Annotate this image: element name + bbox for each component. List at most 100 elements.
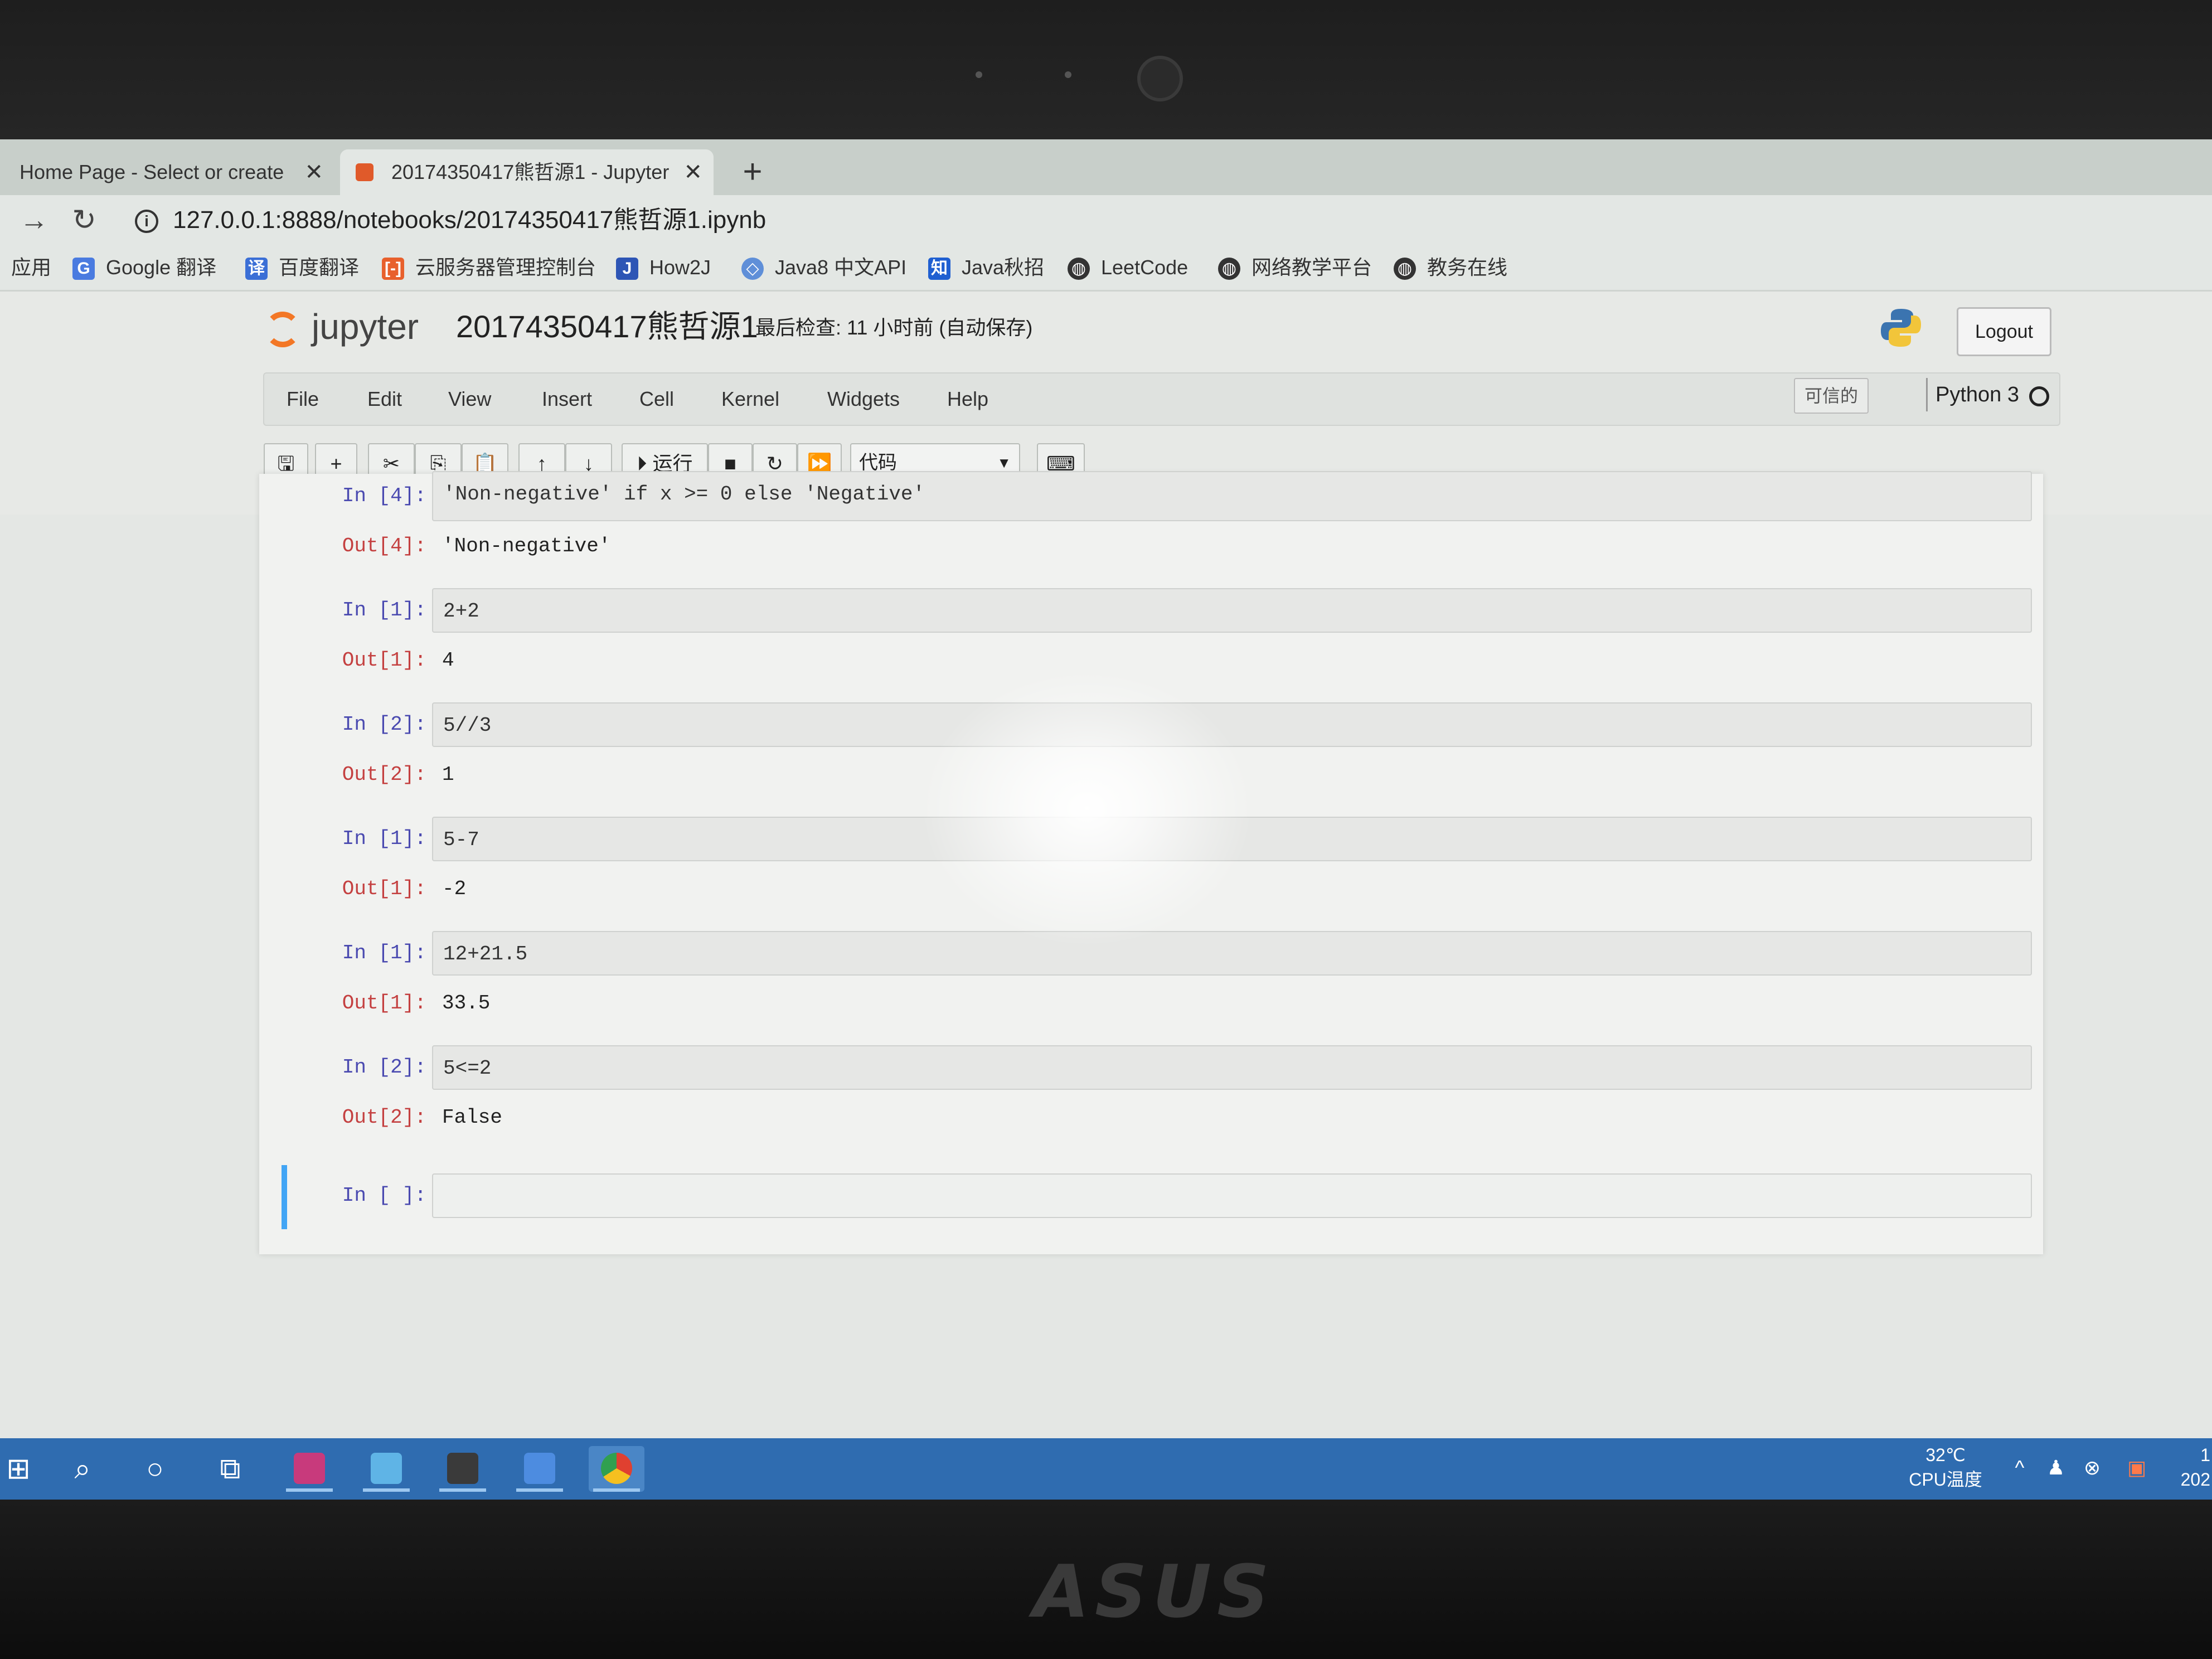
checkpoint-status: 最后检查: 11 小时前 (自动保存) [755,316,1033,339]
cell-code: 5-7 [443,828,479,851]
tray-notification-icon[interactable]: ▣ [2124,1455,2150,1481]
bookmark-label: Google 翻译 [106,256,217,279]
cpu-temperature: 32℃ [1925,1445,1966,1465]
cell-input[interactable]: 'Non-negative' if x >= 0 else 'Negative' [432,471,2032,521]
python-logo-icon [1881,309,1921,347]
running-indicator [286,1488,333,1492]
bookmark-teaching-platform[interactable]: ◍ 网络教学平台 [1218,245,1372,290]
bookmark-leetcode[interactable]: ◍ LeetCode [1068,245,1188,290]
bookmark-aliyun[interactable]: [-] 云服务器管理控制台 [382,245,596,290]
cortana-icon[interactable]: ○ [137,1451,173,1487]
cell-input[interactable]: 12+21.5 [432,931,2032,976]
bookmark-apps[interactable]: 应用 [11,245,51,290]
bookmark-label: Java秋招 [962,256,1045,279]
menu-cell[interactable]: Cell [639,373,674,425]
bookmark-label: LeetCode [1101,256,1189,279]
new-tab-button[interactable]: + [730,149,775,194]
bookmark-baidu-translate[interactable]: 译百度翻译 [245,245,359,290]
cell-output: -2 [442,877,467,900]
laptop-bezel-bottom: ASUS [0,1500,2212,1659]
tray-app-icon[interactable]: ♟ [2043,1455,2069,1481]
tray-close-circle-icon[interactable]: ⊗ [2079,1455,2105,1481]
windows-start-icon[interactable]: ⊞ [0,1451,37,1487]
taskbar-app-chrome[interactable] [589,1446,644,1492]
cell-input[interactable]: 2+2 [432,588,2032,633]
bookmark-java-campus[interactable]: 知 Java秋招 [928,245,1044,290]
plus-icon: + [330,452,342,475]
cell-code: 2+2 [443,600,479,623]
google-translate-icon: G [72,258,95,280]
notebook-name[interactable]: 20174350417熊哲源1 [456,302,758,352]
taskbar-app-editor[interactable] [358,1446,414,1492]
menu-kernel[interactable]: Kernel [721,373,779,425]
output-prompt: Out[2]: [342,763,426,786]
input-prompt: In [ ]: [342,1184,426,1207]
globe-icon: ◍ [1394,258,1416,280]
cell-output: 'Non-negative' [442,535,611,557]
zhihu-icon: 知 [928,258,950,280]
chevron-up-icon[interactable]: ^ [2007,1455,2032,1481]
laptop-bezel-top [0,0,2212,139]
bookmark-label: 教务在线 [1427,256,1508,279]
menu-insert[interactable]: Insert [542,373,592,425]
jupyter-logo-text: jupyter [312,307,419,347]
reload-icon[interactable]: ↻ [66,202,103,239]
input-prompt: In [2]: [342,713,426,736]
address-bar[interactable]: i 127.0.0.1:8888/notebooks/20174350417熊哲… [123,201,2185,240]
menu-widgets[interactable]: Widgets [827,373,900,425]
output-prompt: Out[1]: [342,649,426,672]
bookmark-academic-affairs[interactable]: ◍ 教务在线 [1394,245,1507,290]
forward-arrow-icon[interactable]: → [16,202,52,239]
search-icon[interactable]: ⌕ [64,1451,101,1487]
globe-icon: ◍ [1218,258,1240,280]
globe-icon: ◍ [1068,258,1090,280]
output-prompt: Out[1]: [342,877,426,900]
camera-indicator [1065,71,1071,78]
task-view-icon[interactable]: ⧉ [212,1451,249,1487]
screen: Home Page - Select or create ✕ 201743504… [0,139,2212,1500]
scissors-icon: ✂ [382,452,400,475]
windows-taskbar: ⊞ ⌕ ○ ⧉ 32℃ CPU温度 ^ ♟ ⊗ ▣ 1 202 [0,1438,2212,1500]
taskbar-app-terminal[interactable] [435,1446,491,1492]
aliyun-icon: [-] [382,258,404,280]
bookmark-label: 应用 [11,256,52,279]
info-icon[interactable]: i [135,210,158,233]
terminal-icon [447,1453,478,1484]
logout-button[interactable]: Logout [1957,307,2051,356]
menu-edit[interactable]: Edit [367,373,402,425]
divider [1926,378,1928,411]
cell-input[interactable]: 5<=2 [432,1045,2032,1090]
jupyter-logo[interactable]: jupyter [265,302,419,352]
close-icon[interactable]: ✕ [683,149,702,195]
clock[interactable]: 1 202 [2177,1443,2210,1492]
tab-notebook[interactable]: 20174350417熊哲源1 - Jupyter ✕ [340,149,714,195]
editor-icon [371,1453,402,1484]
running-indicator [363,1488,410,1492]
tab-home-page[interactable]: Home Page - Select or create ✕ [0,149,334,195]
tab-title: 20174350417熊哲源1 - Jupyter [391,161,669,183]
cell-input[interactable]: 5-7 [432,817,2032,861]
menu-file[interactable]: File [287,373,319,425]
menu-view[interactable]: View [448,373,491,425]
jupyter-logo-icon [265,312,300,348]
bookmark-google-translate[interactable]: G Google 翻译 [72,245,216,290]
input-prompt: In [1]: [342,942,426,964]
url-text[interactable]: 127.0.0.1:8888/notebooks/20174350417熊哲源1… [173,201,766,240]
close-icon[interactable]: ✕ [304,149,323,195]
trusted-indicator[interactable]: 可信的 [1794,378,1869,414]
browser-toolbar: → ↻ i 127.0.0.1:8888/notebooks/201743504… [0,195,2212,245]
taskbar-app-intellij[interactable] [282,1446,337,1492]
bookmark-how2j[interactable]: J How2J [616,245,711,290]
bookmark-java8-api[interactable]: ◇ Java8 中文API [741,245,906,290]
menu-help[interactable]: Help [947,373,988,425]
running-indicator [439,1488,486,1492]
bookmark-label: How2J [649,256,711,279]
cell-input[interactable]: 5//3 [432,702,2032,747]
chrome-icon [601,1453,632,1484]
kernel-name: Python 3 [1936,383,2019,406]
cpu-temp-widget[interactable]: 32℃ CPU温度 [1895,1443,1996,1492]
taskbar-app-messenger[interactable] [512,1446,567,1492]
cell-input[interactable] [432,1173,2032,1218]
running-indicator [516,1488,563,1492]
cell-code: 'Non-negative' if x >= 0 else 'Negative' [443,483,925,506]
